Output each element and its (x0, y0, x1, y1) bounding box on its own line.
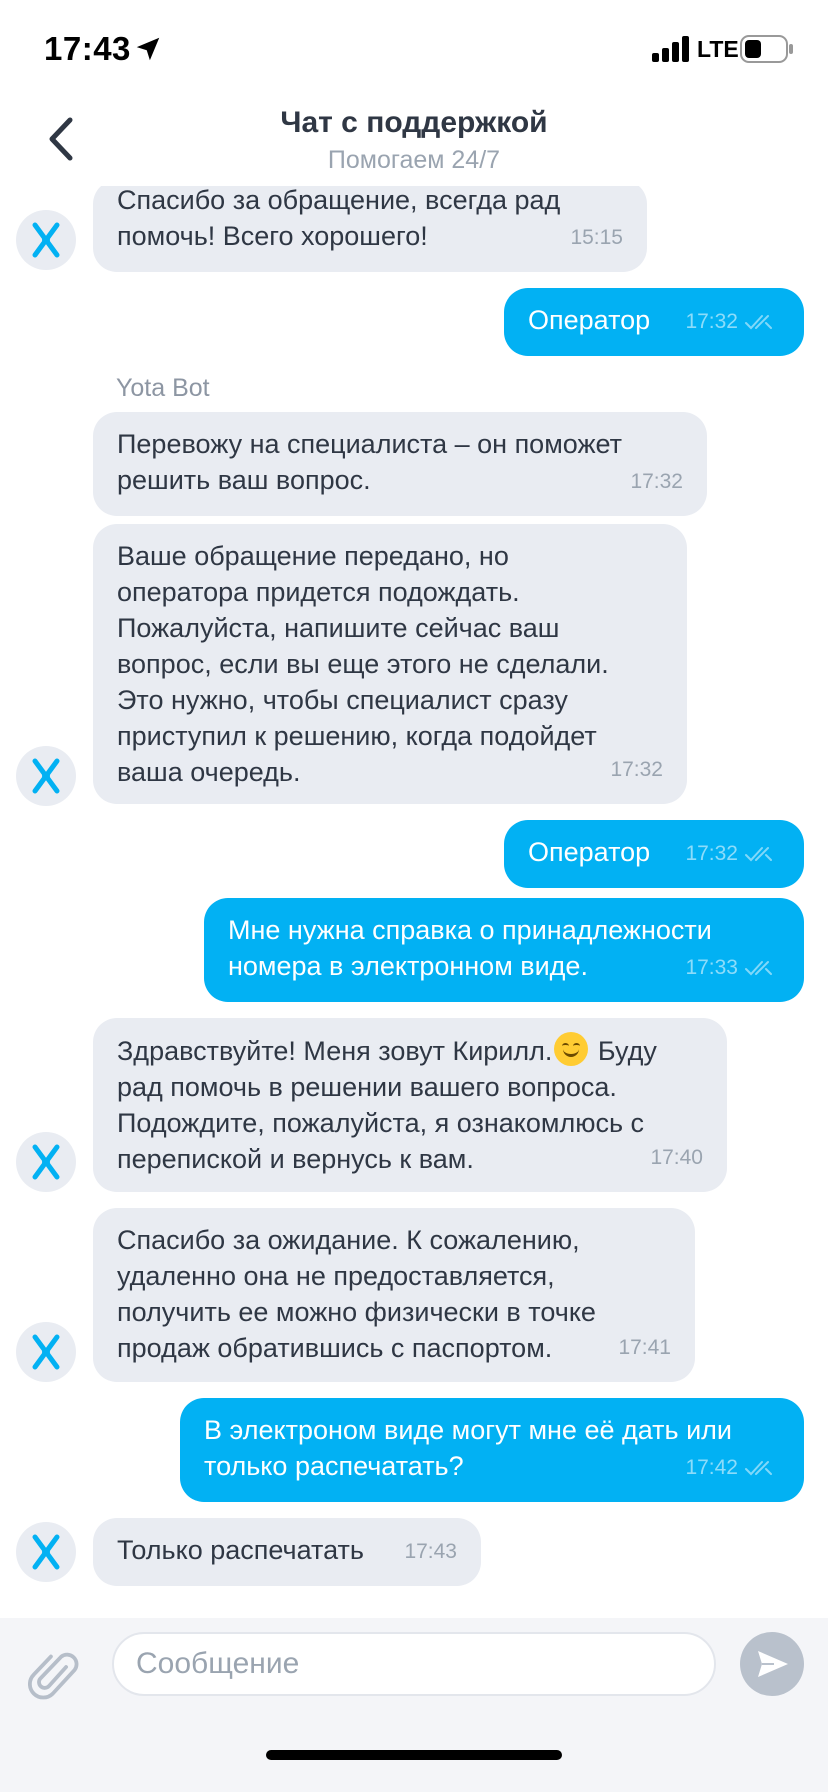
double-check-icon (745, 315, 772, 330)
message-text: Ваше обращение передано, но оператора пр… (117, 541, 609, 787)
incoming-message[interactable]: Только распечатать 17:43 (93, 1518, 481, 1586)
outgoing-message[interactable]: Оператор 17:32 (504, 820, 804, 888)
bot-avatar (16, 1522, 76, 1582)
incoming-message[interactable]: Перевожу на специалиста – он поможет реш… (93, 412, 707, 516)
battery-icon (740, 35, 793, 63)
yota-logo-icon (32, 222, 60, 258)
yota-logo-icon (32, 1534, 60, 1570)
incoming-message[interactable]: Здравствуйте! Меня зовут Кирилл. Буду ра… (93, 1018, 727, 1192)
outgoing-message[interactable]: В электроном виде могут мне её дать или … (180, 1398, 804, 1502)
double-check-icon (745, 847, 772, 862)
bot-avatar (16, 210, 76, 270)
yota-logo-icon (32, 758, 60, 794)
message-meta: 17:32 (685, 836, 780, 872)
message-text: Спасибо за ожидание. К сожалению, удален… (117, 1225, 596, 1363)
message-time: 17:32 (610, 758, 663, 781)
message-time: 17:32 (630, 470, 683, 493)
double-check-icon (745, 1461, 772, 1476)
message-time: 17:32 (685, 310, 738, 333)
sender-name: Yota Bot (116, 374, 210, 402)
paperclip-icon[interactable] (28, 1646, 82, 1704)
smiling-face-emoji-icon (554, 1032, 589, 1066)
message-time: 17:42 (685, 1456, 738, 1479)
message-time: 15:15 (570, 226, 623, 249)
message-text: Перевожу на специалиста – он поможет реш… (117, 429, 623, 495)
incoming-message[interactable]: Спасибо за обращение, всегда рад помочь!… (93, 180, 647, 272)
composer-bar (0, 1618, 828, 1792)
chat-title: Чат с поддержкой (280, 106, 548, 139)
chat-header: Чат с поддержкой Помогаем 24/7 (0, 96, 828, 186)
message-text-part: Здравствуйте! Меня зовут Кирилл. (117, 1036, 553, 1066)
network-type: LTE (697, 36, 739, 62)
bot-avatar (16, 1132, 76, 1192)
message-input[interactable] (112, 1632, 716, 1696)
outgoing-message[interactable]: Оператор 17:32 (504, 288, 804, 356)
message-meta: 17:33 (685, 950, 780, 986)
yota-logo-icon (32, 1144, 60, 1180)
message-time: 17:43 (404, 1540, 457, 1563)
incoming-message[interactable]: Спасибо за ожидание. К сожалению, удален… (93, 1208, 695, 1382)
location-arrow-icon (136, 37, 160, 61)
double-check-icon (745, 961, 772, 976)
outgoing-message[interactable]: Мне нужна справка о принадлежности номер… (204, 898, 804, 1002)
status-bar: 17:43 LTE (0, 0, 828, 96)
home-indicator[interactable] (266, 1750, 562, 1760)
incoming-message[interactable]: Ваше обращение передано, но оператора пр… (93, 524, 687, 804)
yota-logo-icon (32, 1334, 60, 1370)
cellular-signal-icon (652, 36, 689, 62)
message-time: 17:33 (685, 956, 738, 979)
message-text: Спасибо за обращение, всегда рад помочь!… (117, 185, 561, 251)
message-time: 17:41 (618, 1336, 671, 1359)
message-time: 17:40 (650, 1146, 703, 1169)
message-time: 17:32 (685, 842, 738, 865)
message-meta: 17:42 (685, 1450, 780, 1486)
bot-avatar (16, 1322, 76, 1382)
message-list[interactable]: Спасибо за обращение, всегда рад помочь!… (0, 180, 828, 1620)
send-arrow-icon (758, 1651, 788, 1677)
bot-avatar (16, 746, 76, 806)
status-time: 17:43 (44, 30, 131, 67)
message-text: Здравствуйте! Меня зовут Кирилл. Буду ра… (117, 1032, 703, 1177)
chat-subtitle: Помогаем 24/7 (327, 146, 501, 174)
message-meta: 17:32 (685, 304, 780, 340)
send-button[interactable] (740, 1632, 804, 1696)
